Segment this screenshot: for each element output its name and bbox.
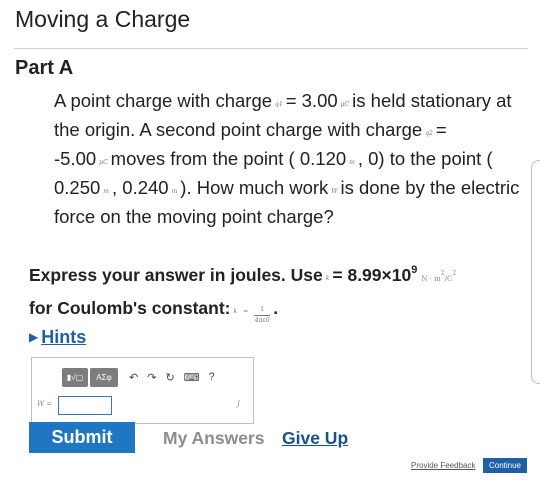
symbol-q1: q1: [275, 101, 283, 108]
my-answers-label: My Answers: [163, 428, 265, 448]
problem-text-1: A point charge with charge: [54, 90, 273, 111]
title-divider: [14, 48, 528, 49]
exponent: 9: [411, 264, 418, 276]
symbol-k2: k: [233, 308, 238, 315]
unit-c-sup: 2: [452, 270, 457, 277]
variable-label: W =: [37, 400, 53, 408]
symbol-q2: q2: [425, 130, 433, 137]
instruction-text-3: for Coulomb's constant:: [29, 298, 231, 318]
part-label: Part A: [15, 57, 74, 79]
unit-microcoulomb-2: μC: [99, 159, 108, 166]
problem-text-8: ). How much work: [180, 177, 329, 198]
help-icon[interactable]: ?: [209, 371, 215, 383]
coulomb-unit: N · m2/C2: [421, 270, 456, 283]
unit-meter-3: m: [171, 188, 178, 195]
redo-icon[interactable]: ↷: [147, 371, 156, 384]
symbol-w: W: [331, 188, 338, 195]
unit-nm: N · m: [421, 275, 441, 283]
reset-icon[interactable]: ↻: [165, 371, 174, 384]
problem-text: A point charge with charge q1 = 3.00 μC is h…: [54, 88, 529, 229]
problem-text-7: , 0.240: [112, 177, 169, 198]
answer-input[interactable]: [58, 396, 112, 415]
unit-microcoulomb-1: μC: [340, 101, 350, 108]
instruction-text-1: Express your answer in joules. Use: [29, 265, 323, 285]
submit-button[interactable]: Submit: [29, 422, 135, 453]
problem-text-5: moves from the point ( 0.120: [110, 148, 347, 169]
provide-feedback-link[interactable]: Provide Feedback: [411, 461, 475, 470]
unit-label: J: [237, 400, 240, 408]
hints-toggle[interactable]: ▶ Hints: [29, 327, 86, 348]
continue-button[interactable]: Continue: [483, 458, 527, 473]
fraction-numerator: 1: [260, 306, 265, 313]
fraction-denominator: 4πε0: [254, 317, 270, 324]
coulomb-fraction: 1 4πε0: [254, 306, 271, 325]
greek-symbols-button[interactable]: ΑΣφ: [90, 367, 118, 387]
give-up-link[interactable]: Give Up: [282, 428, 348, 449]
undo-icon[interactable]: ↶: [129, 371, 138, 384]
instruction-period: .: [273, 298, 279, 318]
hints-label: Hints: [41, 327, 87, 347]
fraction-bar: [254, 315, 271, 316]
page-title: Moving a Charge: [15, 6, 191, 32]
symbol-k: k: [325, 275, 330, 282]
unit-meter-1: m: [349, 159, 355, 166]
templates-button[interactable]: ▮√▢: [62, 367, 88, 387]
instruction-text-2: = 8.99×10: [332, 265, 412, 285]
unit-meter-2: m: [103, 188, 109, 195]
problem-text-2: = 3.00: [285, 90, 338, 111]
triangle-right-icon: ▶: [29, 330, 39, 344]
equals-sign: =: [243, 308, 249, 315]
instruction-text: Express your answer in joules. Use k = 8.9…: [29, 256, 529, 326]
keyboard-icon[interactable]: ⌨: [184, 371, 200, 384]
math-toolbar: ▮√▢ ΑΣφ ↶ ↷ ↻ ⌨ ?: [62, 367, 215, 387]
answer-box: ▮√▢ ΑΣφ ↶ ↷ ↻ ⌨ ? W = J: [31, 357, 254, 424]
scroll-edge: [531, 160, 540, 384]
